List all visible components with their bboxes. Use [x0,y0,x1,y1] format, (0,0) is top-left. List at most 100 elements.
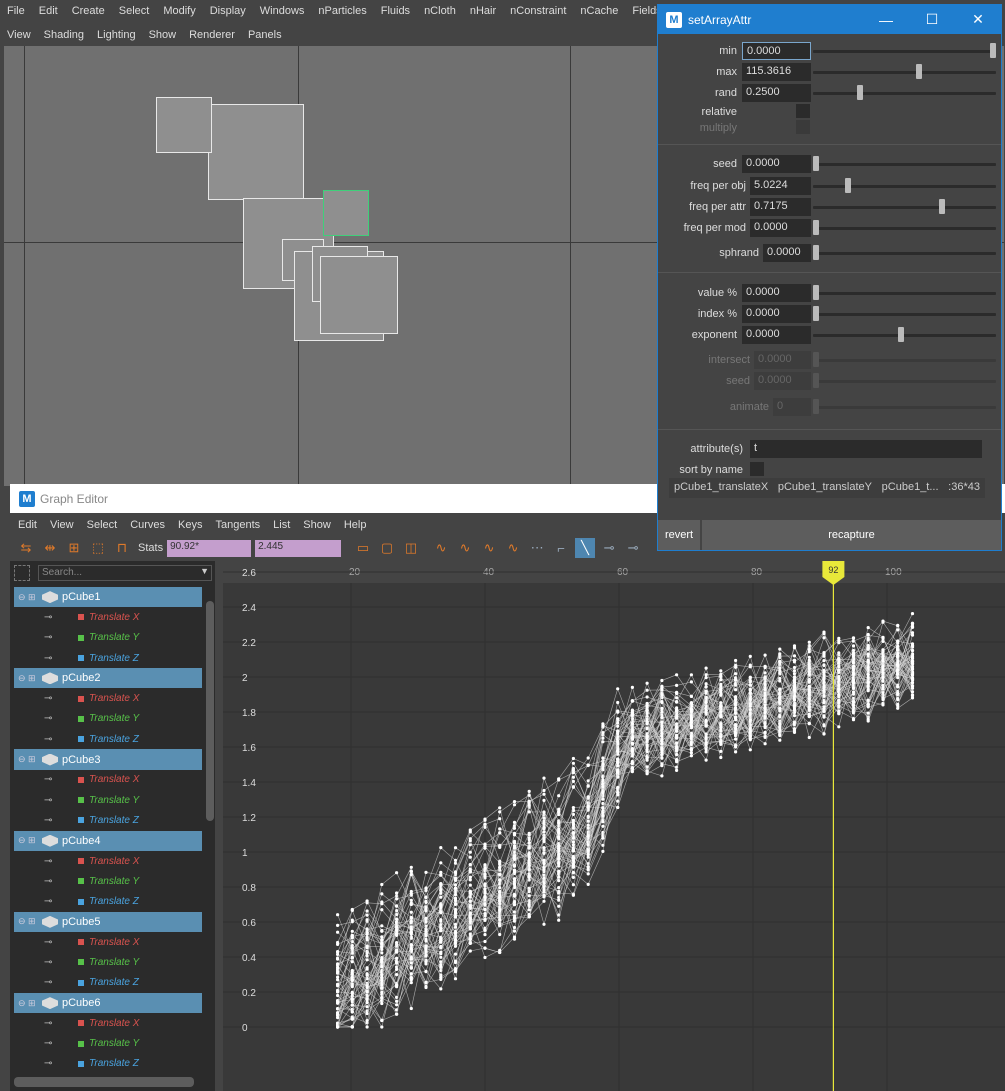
keyframe-point[interactable] [365,932,369,936]
main-menu-item[interactable]: File [0,0,32,22]
keyframe-point[interactable] [424,980,428,984]
keyframe-point[interactable] [453,959,458,963]
keyframe-point[interactable] [542,861,546,865]
keyframe-point[interactable] [380,1018,384,1022]
keyframe-point[interactable] [453,846,458,850]
keyframe-point[interactable] [630,699,634,703]
keyframe-point[interactable] [453,931,458,935]
keyframe-point[interactable] [630,749,634,753]
keyframe-point[interactable] [881,675,885,679]
search-dropdown-chevron-down-icon[interactable]: ▼ [200,566,209,576]
keyframe-point[interactable] [424,984,428,989]
keyframe-point[interactable] [630,729,634,734]
outliner-attribute-row[interactable]: ⊸ Translate Y [14,790,202,810]
animation-curve[interactable] [337,660,913,1028]
keyframe-point[interactable] [439,946,443,950]
keyframe-point[interactable] [778,738,782,742]
keyframe-point[interactable] [409,919,413,923]
keyframe-point[interactable] [881,671,885,675]
keyframe-point[interactable] [645,681,649,685]
keyframe-point[interactable] [453,858,458,862]
keyframe-point[interactable] [468,941,472,945]
keyframe-point[interactable] [748,691,752,695]
keyframe-point[interactable] [866,684,870,688]
keyframe-point[interactable] [896,691,900,695]
keyframe-point[interactable] [483,825,487,829]
keyframe-point[interactable] [837,709,841,713]
keyframe-point[interactable] [512,845,517,850]
keyframe-point[interactable] [837,693,841,697]
main-menu-item[interactable]: Edit [32,0,65,22]
keyframe-point[interactable] [792,658,797,662]
keyframe-point[interactable] [409,976,413,980]
keyframe-point[interactable] [498,878,502,882]
keyframe-point[interactable] [468,870,472,874]
main-menu-item[interactable]: nParticles [311,0,373,22]
keyframe-point[interactable] [778,708,782,712]
keyframe-point[interactable] [409,889,413,894]
keyframe-point[interactable] [792,646,797,650]
keyframe-point[interactable] [704,708,708,712]
keyframe-point[interactable] [675,768,679,772]
keyframe-point[interactable] [778,666,782,670]
keyframe-point[interactable] [483,902,487,906]
keyframe-point[interactable] [896,654,900,658]
keyframe-point[interactable] [792,677,797,681]
keyframe-point[interactable] [881,659,885,663]
keyframe-point[interactable] [822,675,826,680]
flat-tangent-icon[interactable]: ⋯ [527,538,547,558]
keyframe-point[interactable] [616,805,620,809]
keyframe-point[interactable] [778,733,782,738]
keyframe-point[interactable] [336,930,340,934]
keyframe-point[interactable] [866,632,870,637]
keyframe-point[interactable] [881,665,885,669]
keyframe-point[interactable] [896,644,900,648]
keyframe-point[interactable] [807,640,811,644]
keyframe-point[interactable] [453,883,458,887]
keyframe-point[interactable] [557,810,561,814]
keyframe-point[interactable] [512,916,517,920]
keyframe-point[interactable] [527,841,531,845]
cube-object[interactable] [156,97,212,153]
keyframe-point[interactable] [660,774,664,778]
main-menu-item[interactable]: Windows [253,0,312,22]
attribute-list[interactable]: pCube1_translateX pCube1_translateY pCub… [669,478,985,498]
keyframe-point[interactable] [763,724,767,728]
keyframe-point[interactable] [586,834,590,838]
keyframe-point[interactable] [336,965,340,970]
keyframe-point[interactable] [763,687,767,692]
graph-menu-item[interactable]: Edit [10,519,42,531]
keyframe-point[interactable] [350,1003,354,1007]
keyframe-point[interactable] [630,713,634,717]
frame-playback-icon[interactable]: ◫ [401,538,421,558]
keyframe-point[interactable] [586,756,590,760]
stats-time-field[interactable]: 90.92* [167,539,252,557]
keyframe-point[interactable] [468,925,472,929]
keyframe-point[interactable] [409,865,413,869]
keyframe-point[interactable] [881,703,885,707]
keyframe-point[interactable] [616,748,620,752]
step-tangent-icon[interactable]: ⌐ [551,538,571,558]
slider-handle[interactable] [813,245,819,260]
keyframe-point[interactable] [660,763,664,767]
keyframe-point[interactable] [498,932,502,937]
keyframe-point[interactable] [734,658,738,663]
keyframe-point[interactable] [616,709,620,713]
keyframe-point[interactable] [498,908,502,912]
keyframe-point[interactable] [453,878,458,882]
keyframe-point[interactable] [542,899,546,903]
keyframe-point[interactable] [571,840,575,844]
keyframe-point[interactable] [675,741,679,745]
keyframe-point[interactable] [763,710,767,714]
expand-collapse-icon[interactable]: ⊖ ⊞ [18,673,42,684]
keyframe-point[interactable] [380,929,384,933]
keyframe-point[interactable] [498,886,502,890]
keyframe-point[interactable] [453,952,458,956]
keyframe-point[interactable] [424,960,428,964]
keyframe-point[interactable] [837,639,841,643]
animate-field[interactable]: 0 [773,398,811,416]
sphrand-field[interactable]: 0.0000 [763,244,811,262]
keyframe-point[interactable] [409,910,413,914]
keyframe-point[interactable] [498,950,502,954]
outliner-attribute-row[interactable]: ⊸ Translate Z [14,810,202,830]
